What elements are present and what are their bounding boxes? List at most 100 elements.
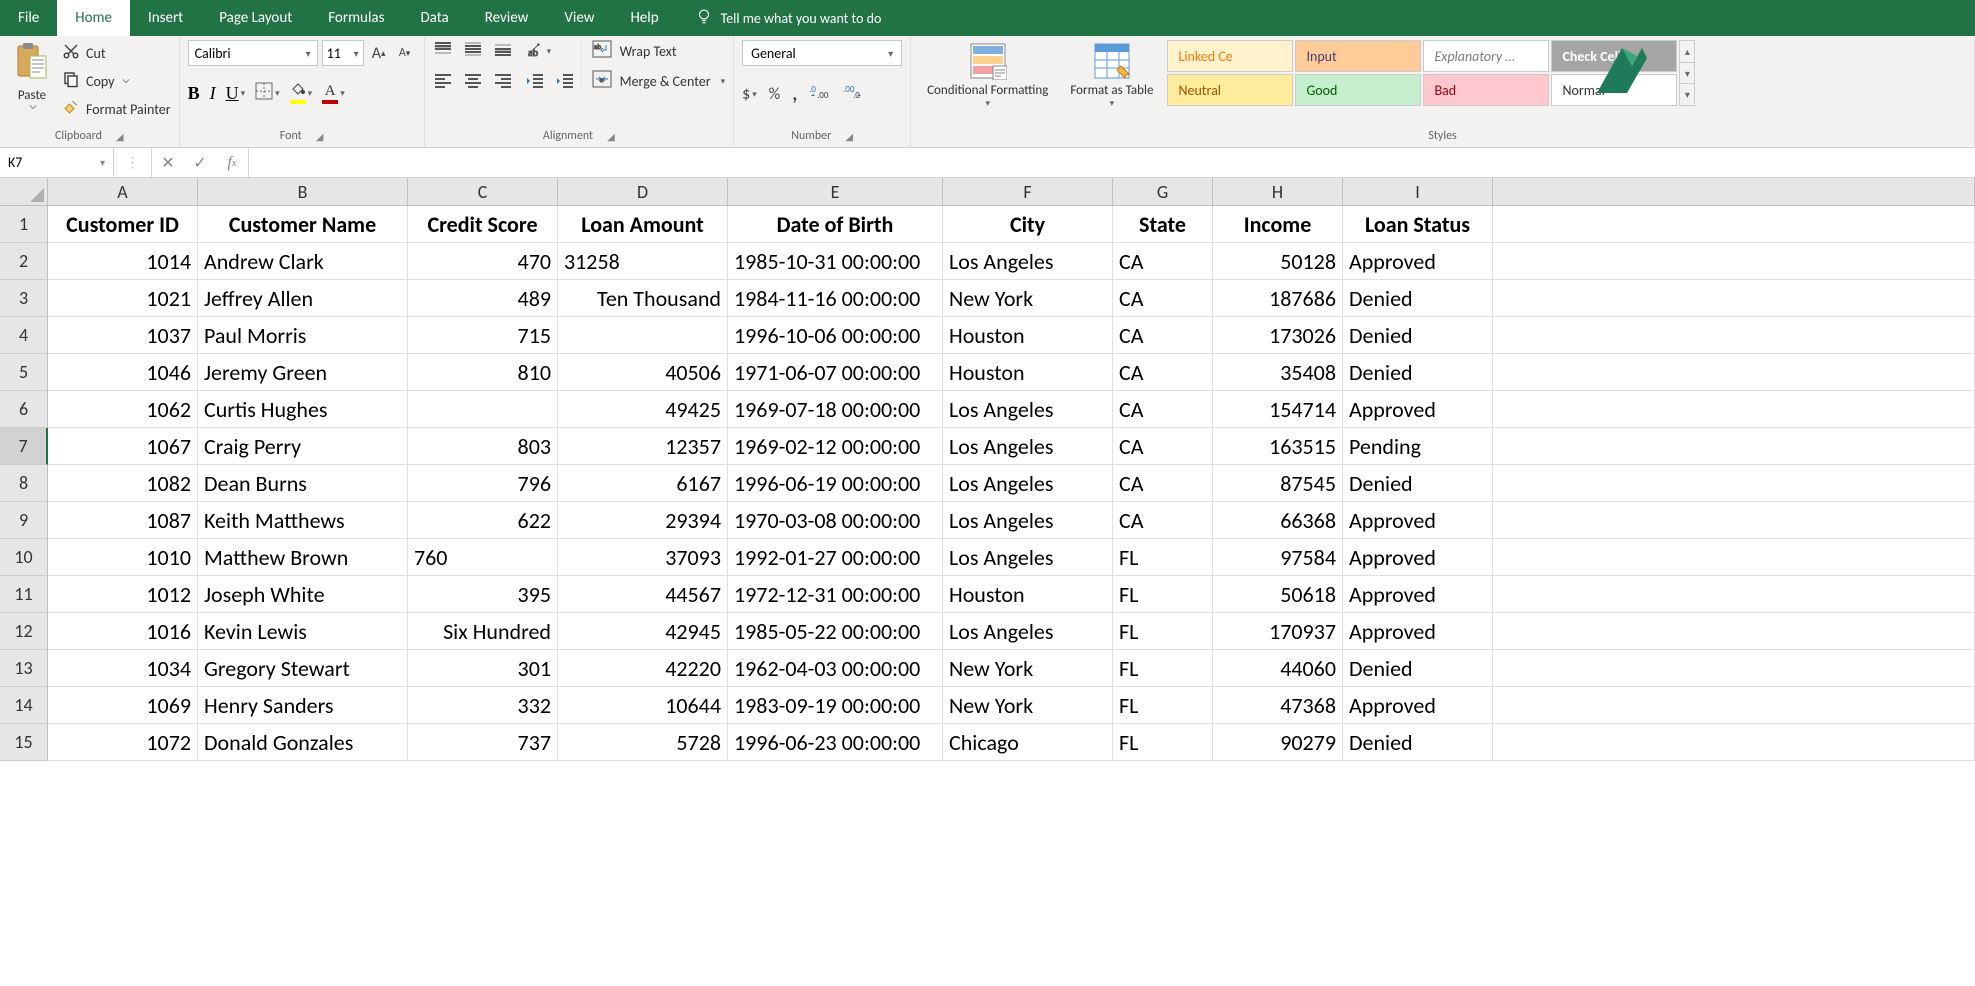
- data-cell[interactable]: 50618: [1213, 576, 1343, 613]
- data-cell[interactable]: Six Hundred: [408, 613, 558, 650]
- header-cell[interactable]: Loan Status: [1343, 206, 1493, 243]
- data-cell[interactable]: 173026: [1213, 317, 1343, 354]
- data-cell[interactable]: [1493, 724, 1975, 761]
- increase-font-button[interactable]: A▴: [368, 42, 390, 64]
- accounting-format-button[interactable]: $▾: [742, 85, 757, 104]
- name-box[interactable]: K7▾: [0, 148, 114, 177]
- data-cell[interactable]: 760: [408, 539, 558, 576]
- data-cell[interactable]: CA: [1113, 317, 1213, 354]
- menu-tab-review[interactable]: Review: [467, 0, 547, 36]
- header-cell[interactable]: City: [943, 206, 1113, 243]
- data-cell[interactable]: Joseph White: [198, 576, 408, 613]
- header-cell[interactable]: Customer ID: [48, 206, 198, 243]
- conditional-formatting-button[interactable]: Conditional Formatting ▾: [919, 40, 1056, 111]
- data-cell[interactable]: 42945: [558, 613, 728, 650]
- data-cell[interactable]: [1493, 576, 1975, 613]
- menu-tab-insert[interactable]: Insert: [130, 0, 201, 36]
- data-cell[interactable]: 1972-12-31 00:00:00: [728, 576, 943, 613]
- style-cell-explanatory-[interactable]: Explanatory …: [1423, 40, 1549, 72]
- dialog-launcher-icon[interactable]: ◢: [116, 130, 124, 143]
- borders-button[interactable]: ▾: [255, 82, 280, 104]
- data-cell[interactable]: FL: [1113, 724, 1213, 761]
- data-cell[interactable]: Houston: [943, 354, 1113, 391]
- header-cell[interactable]: State: [1113, 206, 1213, 243]
- dialog-launcher-icon[interactable]: ◢: [607, 130, 615, 143]
- menu-tab-data[interactable]: Data: [402, 0, 466, 36]
- data-cell[interactable]: 796: [408, 465, 558, 502]
- data-cell[interactable]: 470: [408, 243, 558, 280]
- data-cell[interactable]: 29394: [558, 502, 728, 539]
- data-cell[interactable]: 395: [408, 576, 558, 613]
- data-cell[interactable]: 1067: [48, 428, 198, 465]
- row-header[interactable]: 12: [0, 613, 48, 650]
- data-cell[interactable]: 1983-09-19 00:00:00: [728, 687, 943, 724]
- menu-tab-help[interactable]: Help: [612, 0, 676, 36]
- column-header[interactable]: B: [198, 178, 408, 206]
- data-cell[interactable]: 1069: [48, 687, 198, 724]
- dialog-launcher-icon[interactable]: ◢: [845, 130, 853, 143]
- data-cell[interactable]: Los Angeles: [943, 428, 1113, 465]
- data-cell[interactable]: FL: [1113, 539, 1213, 576]
- bold-button[interactable]: B: [188, 83, 200, 104]
- data-cell[interactable]: 1021: [48, 280, 198, 317]
- data-cell[interactable]: Denied: [1343, 280, 1493, 317]
- data-cell[interactable]: Curtis Hughes: [198, 391, 408, 428]
- cut-button[interactable]: Cut: [62, 42, 171, 64]
- data-cell[interactable]: 803: [408, 428, 558, 465]
- data-cell[interactable]: 1010: [48, 539, 198, 576]
- data-cell[interactable]: FL: [1113, 650, 1213, 687]
- merge-center-button[interactable]: a Merge & Center ▾: [592, 70, 726, 92]
- data-cell[interactable]: 1996-10-06 00:00:00: [728, 317, 943, 354]
- data-cell[interactable]: [558, 317, 728, 354]
- data-cell[interactable]: 301: [408, 650, 558, 687]
- data-cell[interactable]: Approved: [1343, 391, 1493, 428]
- data-cell[interactable]: 6167: [558, 465, 728, 502]
- confirm-button[interactable]: ✓: [184, 153, 216, 173]
- data-cell[interactable]: 1034: [48, 650, 198, 687]
- orientation-button[interactable]: ab▾: [525, 40, 552, 62]
- data-cell[interactable]: FL: [1113, 687, 1213, 724]
- data-cell[interactable]: Los Angeles: [943, 465, 1113, 502]
- data-cell[interactable]: 12357: [558, 428, 728, 465]
- align-middle-button[interactable]: [463, 40, 483, 62]
- italic-button[interactable]: I: [210, 83, 216, 104]
- data-cell[interactable]: [1493, 317, 1975, 354]
- data-cell[interactable]: 1992-01-27 00:00:00: [728, 539, 943, 576]
- column-header[interactable]: G: [1113, 178, 1213, 206]
- data-cell[interactable]: 1016: [48, 613, 198, 650]
- data-cell[interactable]: New York: [943, 687, 1113, 724]
- data-cell[interactable]: 1969-02-12 00:00:00: [728, 428, 943, 465]
- data-cell[interactable]: 622: [408, 502, 558, 539]
- row-header[interactable]: 9: [0, 502, 48, 539]
- format-as-table-button[interactable]: Format as Table ▾: [1062, 40, 1161, 111]
- data-cell[interactable]: Pending: [1343, 428, 1493, 465]
- data-cell[interactable]: [1493, 206, 1975, 243]
- data-cell[interactable]: 31258: [558, 243, 728, 280]
- menu-tab-home[interactable]: Home: [57, 0, 130, 36]
- data-cell[interactable]: New York: [943, 280, 1113, 317]
- row-header[interactable]: 2: [0, 243, 48, 280]
- data-cell[interactable]: Approved: [1343, 576, 1493, 613]
- font-color-button[interactable]: A▾: [322, 83, 345, 104]
- data-cell[interactable]: Approved: [1343, 539, 1493, 576]
- data-cell[interactable]: Henry Sanders: [198, 687, 408, 724]
- data-cell[interactable]: Jeremy Green: [198, 354, 408, 391]
- data-cell[interactable]: [1493, 687, 1975, 724]
- chevron-down-icon[interactable]: ▾: [1680, 63, 1694, 85]
- cancel-button[interactable]: ✕: [152, 153, 184, 173]
- insert-function-button[interactable]: fx: [216, 154, 248, 172]
- copy-button[interactable]: Copy: [62, 70, 171, 92]
- data-cell[interactable]: 1962-04-03 00:00:00: [728, 650, 943, 687]
- data-cell[interactable]: 40506: [558, 354, 728, 391]
- number-format-select[interactable]: General▾: [742, 40, 902, 66]
- data-cell[interactable]: 810: [408, 354, 558, 391]
- row-header[interactable]: 8: [0, 465, 48, 502]
- column-header[interactable]: E: [728, 178, 943, 206]
- menu-tab-formulas[interactable]: Formulas: [310, 0, 402, 36]
- data-cell[interactable]: 49425: [558, 391, 728, 428]
- data-cell[interactable]: 1985-05-22 00:00:00: [728, 613, 943, 650]
- style-cell-input[interactable]: Input: [1295, 40, 1421, 72]
- menu-tab-page-layout[interactable]: Page Layout: [201, 0, 310, 36]
- header-cell[interactable]: Credit Score: [408, 206, 558, 243]
- data-cell[interactable]: 1062: [48, 391, 198, 428]
